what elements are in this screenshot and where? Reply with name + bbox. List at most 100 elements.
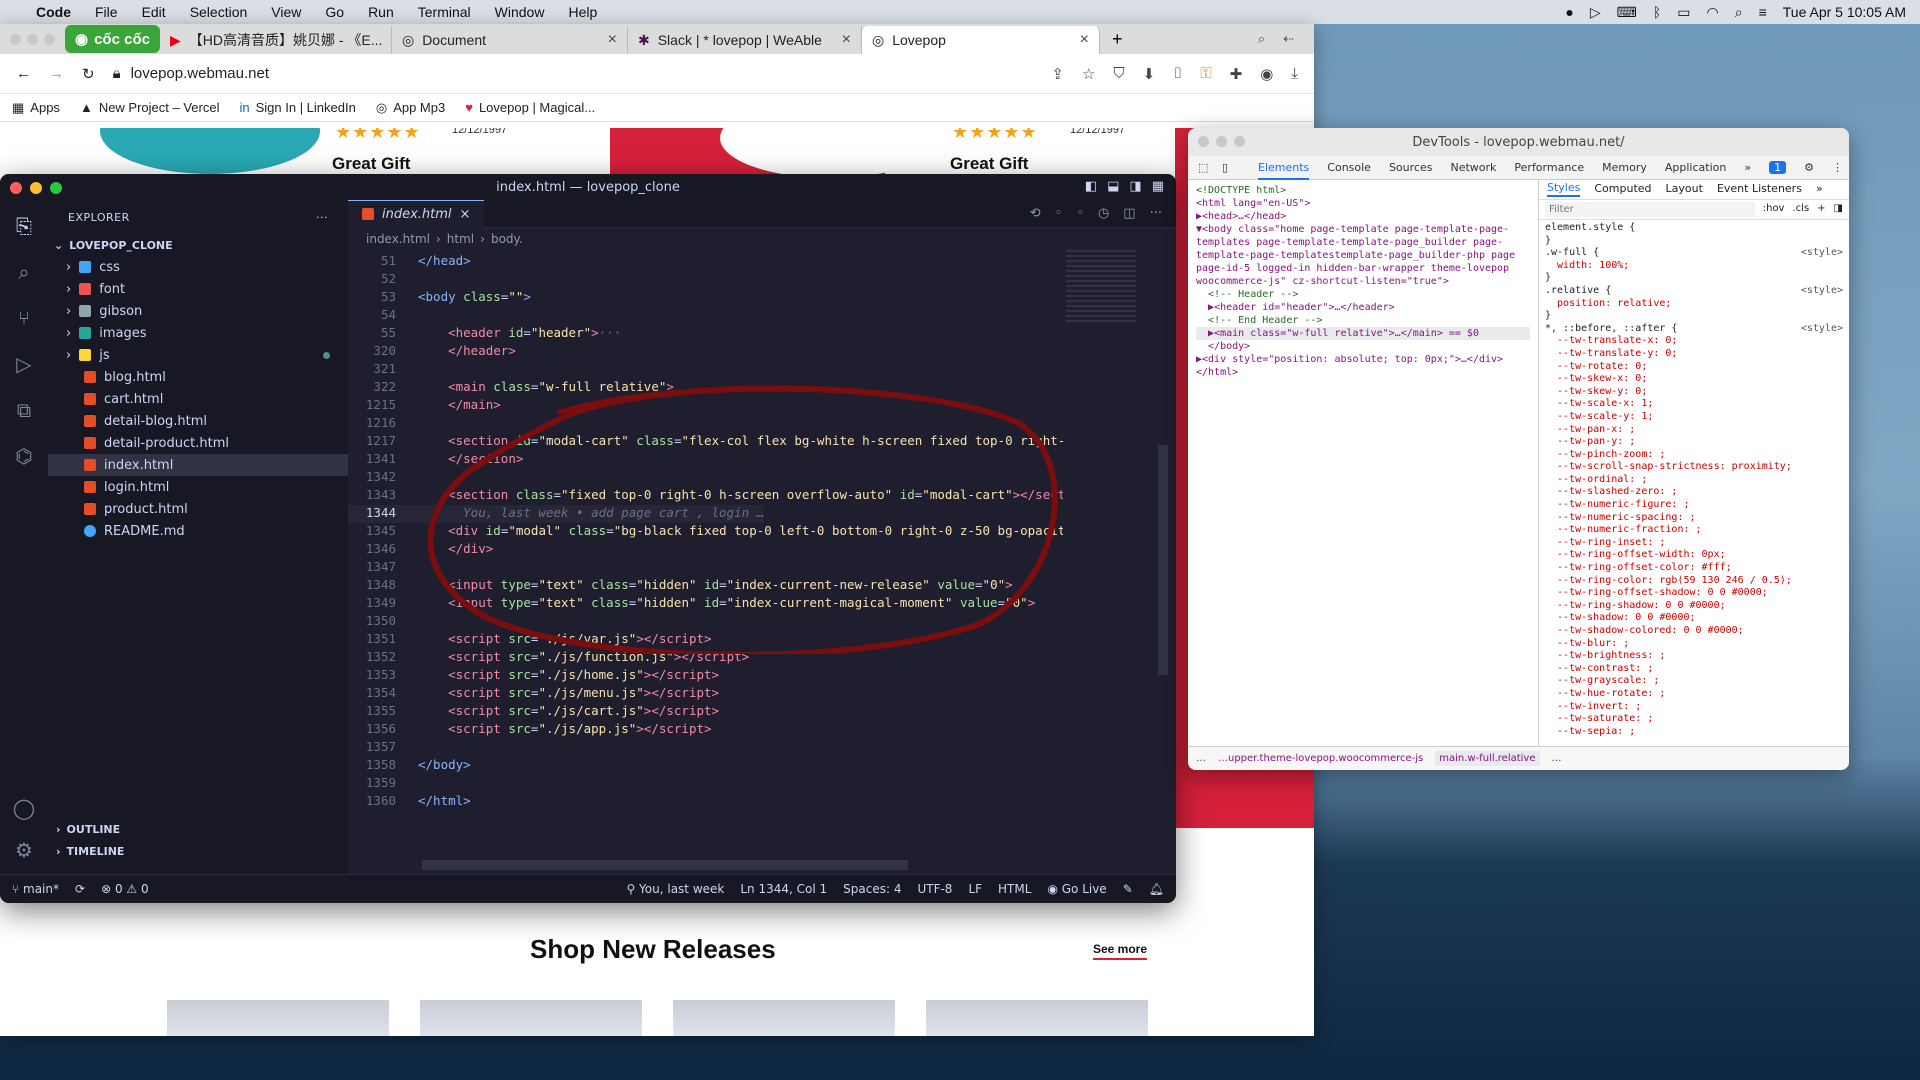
more-subtabs-icon[interactable]: »	[1816, 183, 1823, 196]
code-line[interactable]: 1351 <script src="./js/var.js"></script>	[348, 631, 712, 649]
branch-indicator[interactable]: ⑂ main*	[12, 882, 59, 896]
style-rule-line[interactable]: --tw-pan-x: ;	[1545, 424, 1843, 437]
style-rule-line[interactable]: --tw-skew-x: 0;	[1545, 373, 1843, 386]
code-line[interactable]: 1342	[348, 469, 418, 487]
close-window-button[interactable]	[1198, 136, 1209, 147]
file-index-html[interactable]: index.html	[48, 454, 348, 476]
horizontal-scrollbar[interactable]	[422, 860, 908, 870]
style-rule-line[interactable]: position: relative;	[1545, 298, 1843, 311]
more-options-icon[interactable]: ⋮	[1832, 161, 1849, 174]
style-rule-line[interactable]: --tw-ring-offset-shadow: 0 0 #0000;	[1545, 587, 1843, 600]
style-rule-line[interactable]: --tw-skew-y: 0;	[1545, 386, 1843, 399]
style-rule-line[interactable]: width: 100%;	[1545, 260, 1843, 273]
reload-icon[interactable]: ↻	[82, 65, 95, 83]
code-line[interactable]: 1349 <input type="text" class="hidden" i…	[348, 595, 1035, 613]
style-rule-line[interactable]: --tw-ring-color: rgb(59 130 246 / 0.5);	[1545, 575, 1843, 588]
code-line[interactable]: 1358 </body>	[348, 757, 471, 775]
timeline-section[interactable]: › TIMELINE	[48, 840, 348, 862]
forward-icon[interactable]: →	[49, 65, 64, 82]
dom-node[interactable]: <html lang="en-US">	[1196, 197, 1530, 210]
close-window-button[interactable]	[10, 182, 22, 194]
url-text[interactable]: lovepop.webmau.net	[131, 65, 269, 82]
dom-node[interactable]: </body>	[1196, 340, 1530, 353]
source-control-icon[interactable]: ⑂	[18, 306, 30, 330]
folder-images[interactable]: › images	[48, 322, 348, 344]
breadcrumb-item[interactable]: …upper.theme-lovepop.woocommerce-js	[1218, 753, 1423, 764]
feedback-icon[interactable]: ✎	[1123, 882, 1133, 896]
subtab-styles[interactable]: Styles	[1547, 182, 1581, 197]
bluetooth-icon[interactable]: ᛒ	[1653, 4, 1661, 20]
bookmark-appmp3[interactable]: ◎ App Mp3	[376, 100, 445, 116]
share-icon[interactable]: ⇪	[1051, 65, 1064, 83]
back-icon[interactable]: ←	[16, 65, 31, 82]
style-rule-line[interactable]: --tw-translate-y: 0;	[1545, 348, 1843, 361]
style-rule-line[interactable]: --tw-scale-y: 1;	[1545, 411, 1843, 424]
puzzle-icon[interactable]: ✚	[1230, 65, 1243, 83]
style-rule-line[interactable]: .w-full {<style>	[1545, 247, 1843, 260]
search-icon[interactable]: ⌕	[1735, 4, 1743, 21]
wifi-icon[interactable]: ◠	[1707, 4, 1719, 21]
subtab-layout[interactable]: Layout	[1666, 183, 1703, 196]
code-editor[interactable]: 51 </head> 52 53 <body class=""> 54 55 <header…	[348, 250, 1063, 860]
sync-icon[interactable]: ⟳	[75, 882, 85, 896]
style-rule-line[interactable]: --tw-scale-x: 1;	[1545, 398, 1843, 411]
code-line[interactable]: 54	[348, 307, 418, 325]
language-mode[interactable]: HTML	[998, 882, 1031, 896]
style-rule-line[interactable]: --tw-translate-x: 0;	[1545, 335, 1843, 348]
code-line[interactable]: 1353 <script src="./js/home.js"></script…	[348, 667, 719, 685]
toggle-secondary-sidebar-icon[interactable]: ◨	[1129, 179, 1141, 194]
extension-key-icon[interactable]: ⚿	[1200, 65, 1211, 83]
breadcrumb-item[interactable]: body.	[491, 232, 523, 246]
folder-js[interactable]: › js	[48, 344, 348, 366]
code-line[interactable]: 1360 </html>	[348, 793, 471, 811]
style-source[interactable]: <style>	[1801, 247, 1843, 260]
breadcrumb-more-icon[interactable]: …	[1552, 753, 1562, 764]
style-rule-line[interactable]: --tw-blur: ;	[1545, 638, 1843, 651]
breadcrumb-item[interactable]: main.w-full.relative	[1435, 751, 1540, 766]
menu-edit[interactable]: Edit	[130, 4, 178, 20]
battery-icon[interactable]: ▭	[1677, 4, 1690, 21]
dom-node[interactable]: ▶<head>…</head>	[1196, 210, 1530, 223]
close-tab-icon[interactable]: ×	[842, 31, 851, 49]
vertical-scrollbar[interactable]	[1158, 445, 1168, 675]
tab-document[interactable]: ◎ Document ×	[392, 26, 628, 54]
menu-selection[interactable]: Selection	[178, 4, 260, 20]
more-actions-icon[interactable]: ···	[1150, 206, 1162, 221]
file-cart-html[interactable]: cart.html	[48, 388, 348, 410]
menu-terminal[interactable]: Terminal	[406, 4, 483, 20]
extensions-icon[interactable]: ⧉	[17, 398, 31, 422]
cursor-position[interactable]: Ln 1344, Col 1	[740, 882, 827, 896]
play-icon[interactable]: ▷	[1590, 4, 1601, 21]
editor-tab-index-html[interactable]: index.html ×	[348, 199, 485, 228]
style-rule-line[interactable]: --tw-numeric-figure: ;	[1545, 499, 1843, 512]
code-line[interactable]: 1350	[348, 613, 418, 631]
style-rule-line[interactable]: *, ::before, ::after {<style>	[1545, 323, 1843, 336]
code-line[interactable]: 1341 </section>	[348, 451, 523, 469]
bookmark-apps[interactable]: ▦ Apps	[12, 100, 60, 116]
style-rule-line[interactable]: --tw-pinch-zoom: ;	[1545, 449, 1843, 462]
style-rule-line[interactable]: element.style {	[1545, 222, 1843, 235]
issues-badge[interactable]: 1	[1769, 161, 1787, 174]
product-card[interactable]	[167, 1000, 389, 1036]
style-rule-line[interactable]: --tw-hue-rotate: ;	[1545, 688, 1843, 701]
code-line[interactable]: 1215 </main>	[348, 397, 501, 415]
zoom-window-button[interactable]	[50, 182, 62, 194]
minimize-window-button[interactable]	[27, 33, 38, 45]
run-debug-icon[interactable]: ▷	[16, 352, 31, 376]
code-line[interactable]: 53 <body class="">	[348, 289, 531, 307]
tab-performance[interactable]: Performance	[1514, 161, 1584, 174]
style-rule-line[interactable]: }	[1545, 235, 1843, 248]
code-line[interactable]: 1216	[348, 415, 418, 433]
code-line[interactable]: 320 </header>	[348, 343, 515, 361]
style-rule-line[interactable]: --tw-contrast: ;	[1545, 663, 1843, 676]
camera-icon[interactable]: ⌷	[1173, 65, 1182, 83]
class-toggle[interactable]: .cls	[1792, 203, 1809, 216]
problems-indicator[interactable]: ⊗ 0 ⚠ 0	[101, 882, 149, 896]
breadcrumb-more-icon[interactable]: …	[1196, 753, 1206, 764]
dom-node[interactable]: <!-- End Header -->	[1196, 314, 1530, 327]
tab-console[interactable]: Console	[1327, 161, 1371, 174]
bookmark-star-icon[interactable]: ☆	[1082, 65, 1095, 83]
close-window-button[interactable]	[10, 33, 21, 45]
tab-search-icon[interactable]: ⌕	[1258, 31, 1265, 47]
style-rule-line[interactable]: }	[1545, 310, 1843, 323]
